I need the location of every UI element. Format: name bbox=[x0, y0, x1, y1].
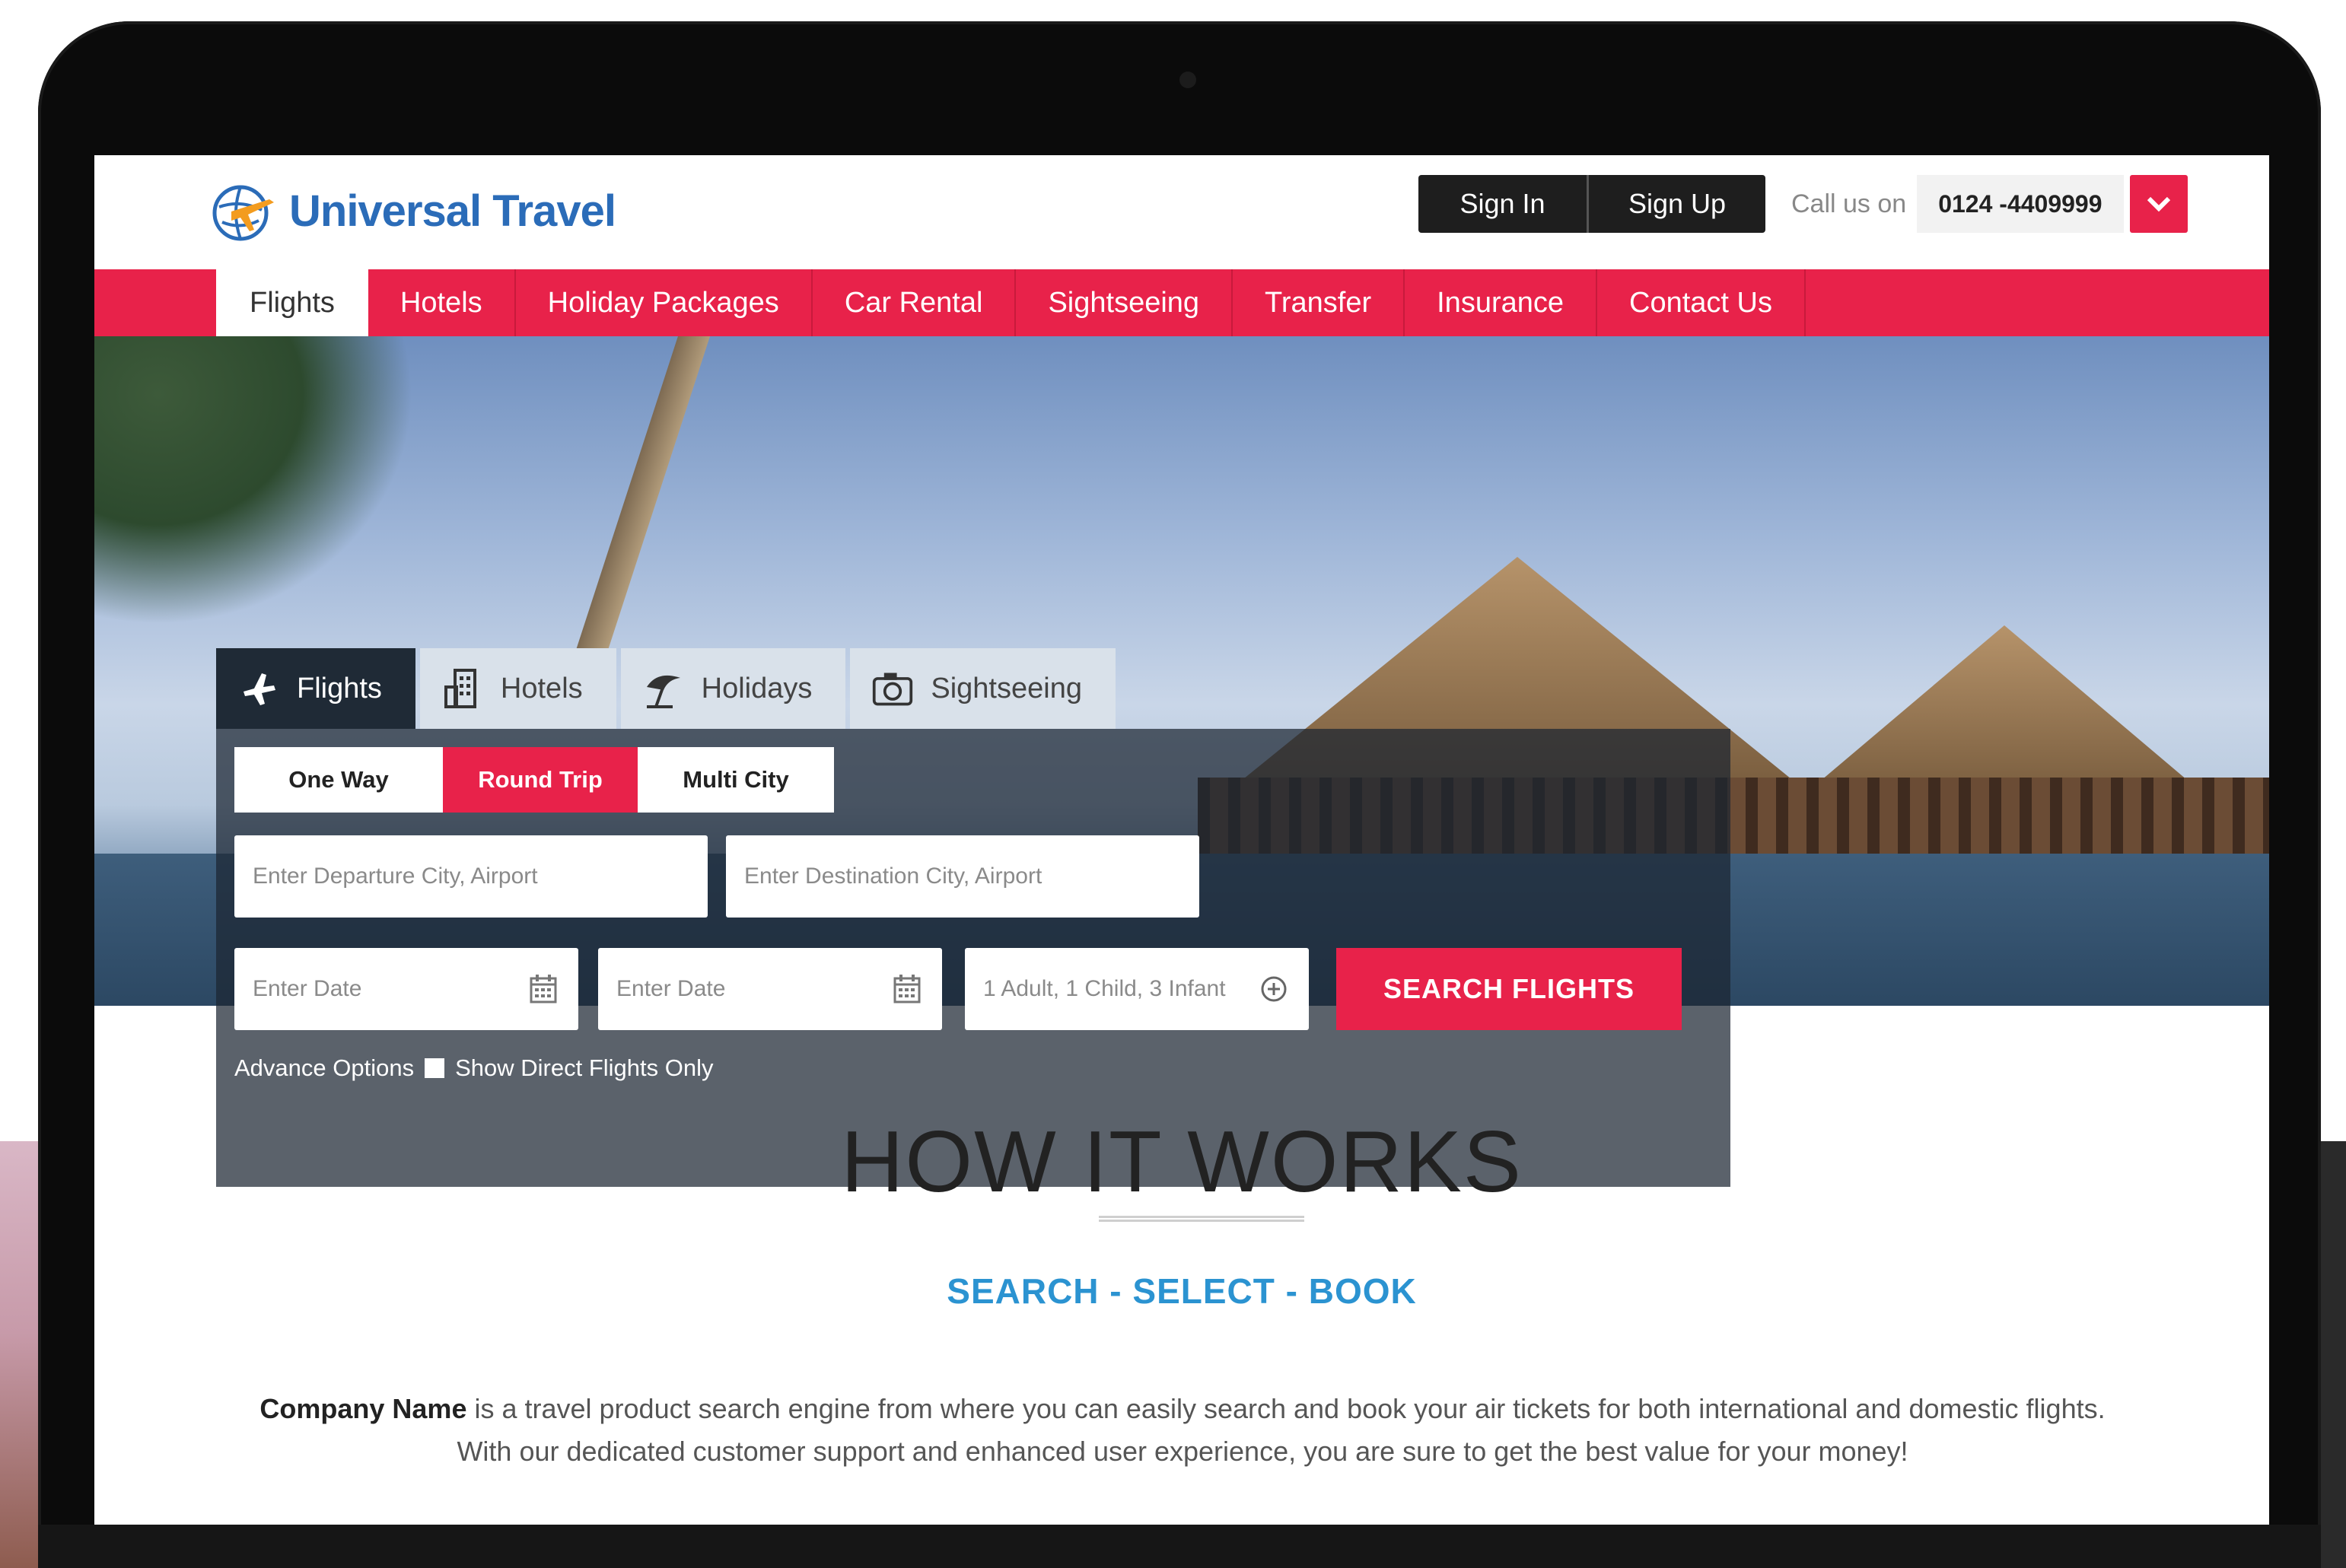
departure-field[interactable] bbox=[234, 835, 708, 918]
add-circle-icon[interactable] bbox=[1256, 971, 1292, 1007]
trip-type-selector: One Way Round Trip Multi City bbox=[234, 747, 834, 813]
tab-holidays[interactable]: Holidays bbox=[620, 648, 846, 729]
brand-logo[interactable]: Universal Travel bbox=[208, 177, 616, 245]
nav-item-hotels[interactable]: Hotels bbox=[368, 269, 516, 336]
description-text: is a travel product search engine from w… bbox=[457, 1393, 2106, 1467]
building-icon bbox=[441, 667, 484, 710]
multi-city-button[interactable]: Multi City bbox=[638, 747, 834, 813]
laptop-screen: Universal Travel Sign In Sign Up Call us… bbox=[94, 155, 2269, 1525]
section-title: HOW IT WORKS bbox=[841, 1114, 1523, 1210]
section-description: Company Name is a travel product search … bbox=[231, 1388, 2134, 1473]
chevron-down-icon bbox=[2147, 196, 2170, 212]
nav-item-car-rental[interactable]: Car Rental bbox=[813, 269, 1017, 336]
brand-name: Universal Travel bbox=[289, 186, 616, 236]
company-name: Company Name bbox=[259, 1393, 467, 1424]
nav-item-contact-us[interactable]: Contact Us bbox=[1597, 269, 1806, 336]
advance-options: Advance Options Show Direct Flights Only bbox=[234, 1054, 713, 1082]
calendar-icon[interactable] bbox=[889, 971, 925, 1007]
call-label: Call us on bbox=[1791, 189, 1907, 218]
destination-input[interactable] bbox=[744, 864, 1199, 889]
sign-in-button[interactable]: Sign In bbox=[1418, 175, 1589, 233]
camera-icon bbox=[871, 667, 914, 710]
search-tabs: Flights Hotels Holidays Sightseeing bbox=[216, 648, 1120, 729]
passenger-value: 1 Adult, 1 Child, 3 Infant bbox=[983, 976, 1226, 1001]
webcam bbox=[1179, 72, 1196, 88]
one-way-button[interactable]: One Way bbox=[234, 747, 443, 813]
destination-field[interactable] bbox=[726, 835, 1199, 918]
tab-label: Holidays bbox=[701, 672, 813, 704]
title-divider bbox=[1099, 1216, 1304, 1222]
phone-number: 0124 -4409999 bbox=[1917, 175, 2124, 233]
contact-dropdown-toggle[interactable] bbox=[2129, 175, 2188, 233]
return-date-field[interactable] bbox=[598, 948, 942, 1030]
globe-plane-icon bbox=[212, 185, 274, 241]
search-flights-button[interactable]: SEARCH FLIGHTS bbox=[1336, 948, 1682, 1030]
call-us: Call us on 0124 -4409999 bbox=[1791, 175, 2188, 233]
advance-options-link[interactable]: Advance Options bbox=[234, 1054, 414, 1082]
direct-flights-checkbox[interactable] bbox=[425, 1058, 445, 1078]
calendar-icon[interactable] bbox=[525, 971, 562, 1007]
tab-sightseeing[interactable]: Sightseeing bbox=[850, 648, 1116, 729]
auth-buttons: Sign In Sign Up bbox=[1418, 175, 1765, 233]
site-header: Universal Travel Sign In Sign Up Call us… bbox=[94, 155, 2269, 269]
round-trip-button[interactable]: Round Trip bbox=[443, 747, 638, 813]
palm-leaves bbox=[94, 336, 414, 625]
tab-label: Hotels bbox=[500, 672, 583, 704]
tab-flights[interactable]: Flights bbox=[216, 648, 415, 729]
direct-flights-label: Show Direct Flights Only bbox=[455, 1054, 714, 1081]
main-nav: Flights Hotels Holiday Packages Car Rent… bbox=[94, 269, 2269, 336]
umbrella-icon bbox=[642, 667, 685, 710]
laptop-bottom-bezel bbox=[38, 1525, 2321, 1568]
tab-label: Flights bbox=[297, 672, 382, 704]
passenger-selector[interactable]: 1 Adult, 1 Child, 3 Infant bbox=[965, 948, 1309, 1030]
tab-hotels[interactable]: Hotels bbox=[419, 648, 616, 729]
nav-item-holiday-packages[interactable]: Holiday Packages bbox=[516, 269, 813, 336]
nav-item-insurance[interactable]: Insurance bbox=[1405, 269, 1598, 336]
plane-icon bbox=[237, 667, 280, 710]
nav-item-transfer[interactable]: Transfer bbox=[1233, 269, 1405, 336]
nav-item-sightseeing[interactable]: Sightseeing bbox=[1016, 269, 1233, 336]
depart-date-field[interactable] bbox=[234, 948, 578, 1030]
nav-item-flights[interactable]: Flights bbox=[216, 269, 368, 336]
sign-up-button[interactable]: Sign Up bbox=[1589, 175, 1765, 233]
thatched-hut bbox=[1806, 625, 2202, 793]
section-subtitle: SEARCH - SELECT - BOOK bbox=[947, 1271, 1417, 1311]
tab-label: Sightseeing bbox=[931, 672, 1082, 704]
departure-input[interactable] bbox=[253, 864, 708, 889]
